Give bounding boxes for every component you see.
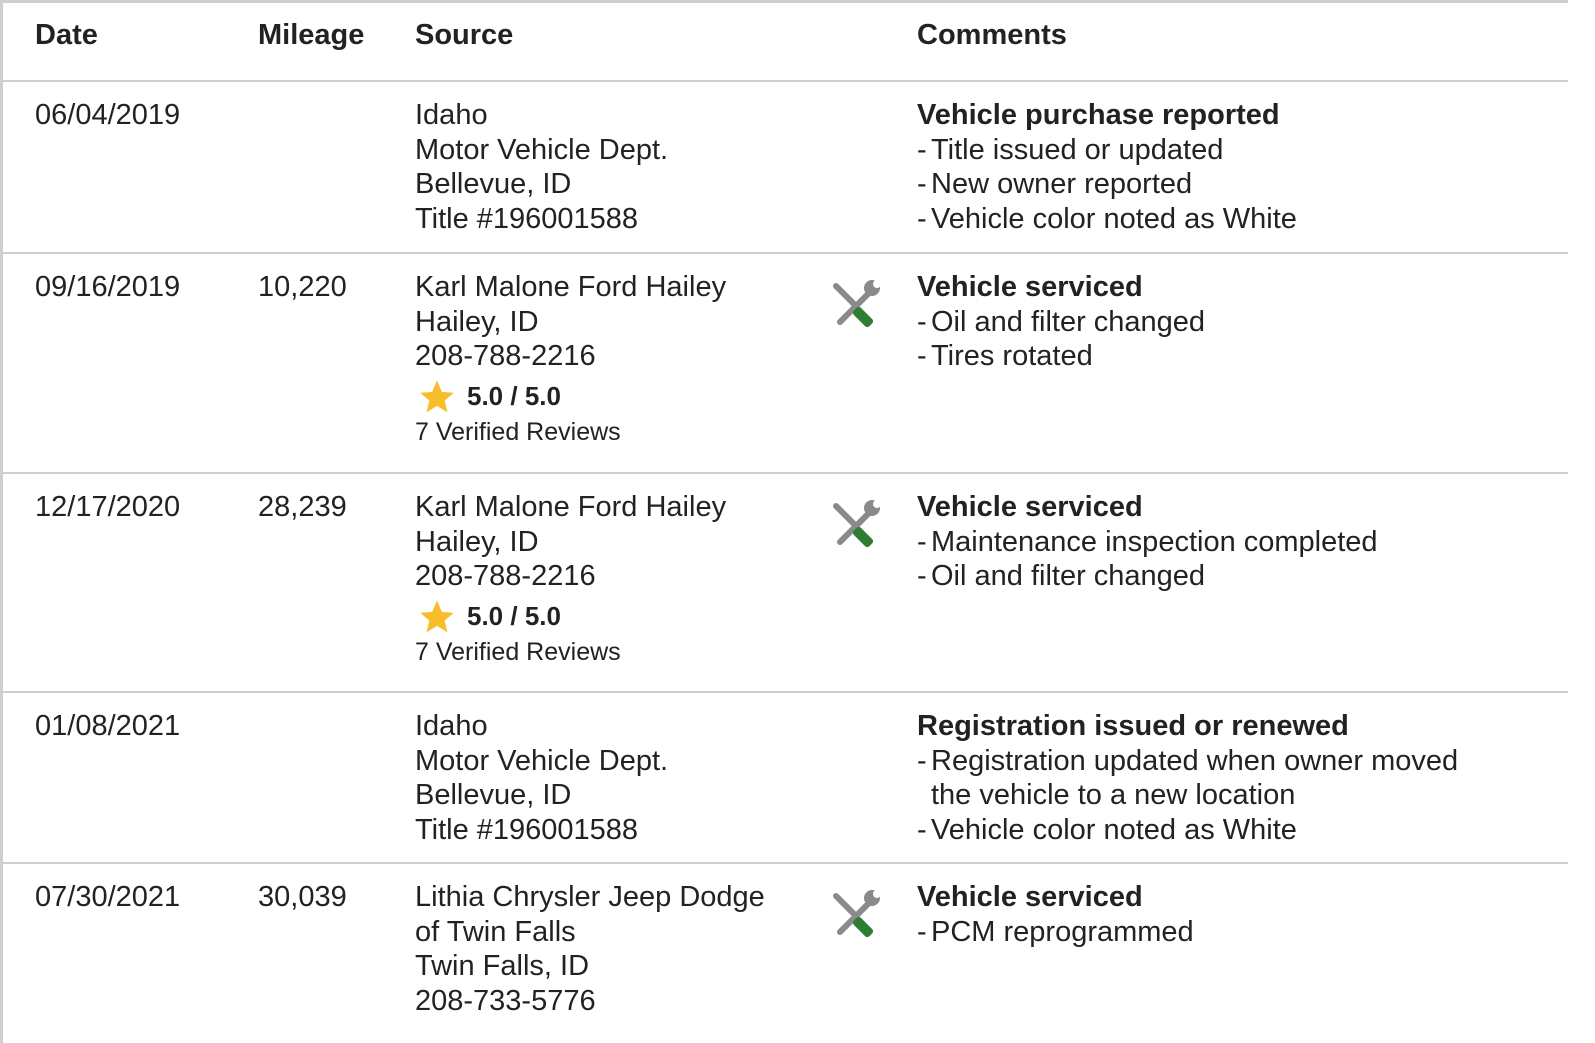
table-header: Date Mileage Source Comments [3, 3, 1568, 82]
row-source: Karl Malone Ford Hailey Hailey, ID 208-7… [415, 490, 815, 668]
row-mileage: 10,220 [258, 271, 347, 303]
comment-title: Registration issued or renewed [917, 710, 1349, 742]
header-date: Date [35, 19, 98, 51]
comment-item: - Title issued or updated [917, 133, 1224, 166]
comment-item: - Registration updated when owner moved [917, 744, 1459, 777]
row-date: 01/08/2021 [35, 710, 181, 742]
source-line: Idaho [415, 99, 488, 131]
row-source: Idaho Motor Vehicle Dept. Bellevue, ID T… [415, 709, 815, 847]
source-line: Lithia Chrysler Jeep Dodge [415, 881, 765, 913]
source-line: 208-733-5776 [415, 984, 596, 1017]
star-icon [420, 379, 454, 412]
header-source: Source [415, 19, 514, 51]
comment-title: Vehicle purchase reported [917, 99, 1280, 131]
comment-item: - Vehicle color noted as White [917, 202, 1297, 235]
row-comments: Vehicle serviced - PCM reprogrammed [917, 880, 1537, 949]
comment-title: Vehicle serviced [917, 491, 1143, 523]
row-source: Karl Malone Ford Hailey Hailey, ID 208-7… [415, 270, 815, 448]
source-line: Title #196001588 [415, 813, 639, 846]
verified-reviews-link[interactable]: 7 Verified Reviews [415, 636, 815, 668]
row-date: 06/04/2019 [35, 99, 181, 131]
source-line: Karl Malone Ford Hailey [415, 271, 727, 303]
rating-score: 5.0 / 5.0 [467, 381, 561, 412]
source-line: Karl Malone Ford Hailey [415, 491, 727, 523]
comment-item: - Vehicle color noted as White [917, 813, 1297, 846]
service-tools-icon [833, 890, 881, 938]
table-row: 06/04/2019 Idaho Motor Vehicle Dept. Bel… [3, 82, 1568, 254]
table-row: 07/30/2021 30,039 Lithia Chrysler Jeep D… [3, 864, 1568, 1043]
row-comments: Vehicle purchase reported - Title issued … [917, 98, 1537, 236]
service-tools-icon [833, 500, 881, 548]
rating-score: 5.0 / 5.0 [467, 601, 561, 632]
row-mileage: 30,039 [258, 881, 347, 913]
source-line: Motor Vehicle Dept. [415, 744, 669, 777]
table-row: 09/16/2019 10,220 Karl Malone Ford Haile… [3, 254, 1568, 474]
comment-item: - Oil and filter changed [917, 305, 1206, 338]
service-tools-icon [833, 280, 881, 328]
row-mileage: 28,239 [258, 491, 347, 523]
row-date: 09/16/2019 [35, 271, 181, 303]
header-comments: Comments [917, 19, 1067, 51]
table-row: 12/17/2020 28,239 Karl Malone Ford Haile… [3, 474, 1568, 693]
rating: 5.0 / 5.0 [415, 378, 815, 416]
source-line: Bellevue, ID [415, 779, 572, 811]
row-date: 12/17/2020 [35, 491, 181, 523]
row-comments: Registration issued or renewed - Registra… [917, 709, 1537, 847]
vehicle-history-table: Date Mileage Source Comments 06/04/2019 … [0, 0, 1568, 1043]
source-line: Bellevue, ID [415, 168, 572, 200]
row-source: Lithia Chrysler Jeep Dodge of Twin Falls… [415, 880, 815, 1018]
source-line: of Twin Falls [415, 915, 576, 948]
source-line: Motor Vehicle Dept. [415, 133, 669, 166]
comment-item: - Oil and filter changed [917, 560, 1206, 592]
comment-item: the vehicle to a new location [931, 779, 1296, 811]
source-line: 208-788-2216 [415, 560, 596, 592]
source-line: 208-788-2216 [415, 340, 596, 372]
row-comments: Vehicle serviced - Oil and filter changed… [917, 270, 1537, 374]
source-line: Title #196001588 [415, 202, 639, 235]
comment-item: - PCM reprogrammed [917, 915, 1194, 948]
source-line: Idaho [415, 710, 488, 742]
row-comments: Vehicle serviced - Maintenance inspection… [917, 490, 1537, 594]
verified-reviews-link[interactable]: 7 Verified Reviews [415, 416, 815, 448]
comment-title: Vehicle serviced [917, 271, 1143, 303]
comment-item: - Tires rotated [917, 340, 1093, 372]
source-line: Hailey, ID [415, 305, 539, 338]
header-mileage: Mileage [258, 19, 365, 51]
source-line: Hailey, ID [415, 525, 539, 558]
source-line: Twin Falls, ID [415, 950, 590, 982]
row-source: Idaho Motor Vehicle Dept. Bellevue, ID T… [415, 98, 815, 236]
star-icon [420, 599, 454, 632]
row-date: 07/30/2021 [35, 881, 181, 913]
comment-title: Vehicle serviced [917, 881, 1143, 913]
rating: 5.0 / 5.0 [415, 598, 815, 636]
table-row: 01/08/2021 Idaho Motor Vehicle Dept. Bel… [3, 693, 1568, 864]
comment-item: - Maintenance inspection completed [917, 525, 1378, 558]
comment-item: - New owner reported [917, 168, 1193, 200]
